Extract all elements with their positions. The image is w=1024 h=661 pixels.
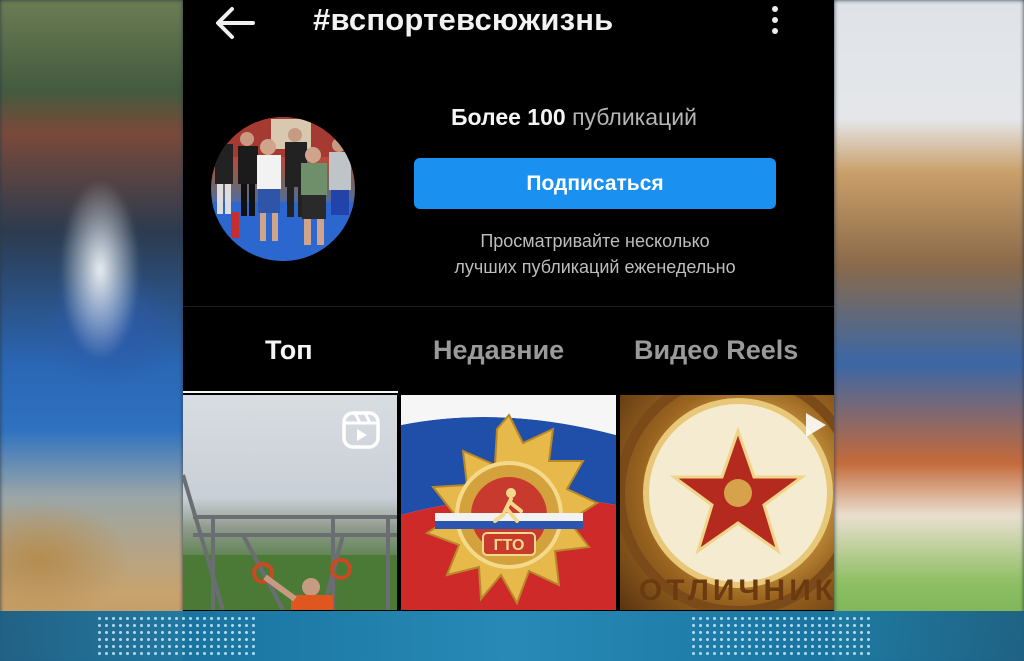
blurred-background-right [834, 0, 1024, 661]
avatar[interactable] [211, 117, 355, 261]
more-vertical-icon[interactable] [765, 3, 785, 39]
hashtag-title: #вспортевсюжизнь [313, 2, 614, 37]
post-image-gto-badge: ГТО [401, 395, 616, 610]
post-tile[interactable]: ОТЛИЧНИК [620, 395, 834, 610]
post-image-otlichnik-badge: ОТЛИЧНИК [620, 395, 834, 610]
tab-reels[interactable]: Видео Reels [634, 335, 798, 366]
tab-recent[interactable]: Недавние [433, 335, 564, 366]
avatar-photo [211, 117, 355, 261]
tabs-bar: Топ Недавние Видео Reels [183, 306, 834, 393]
publications-label: публикаций [572, 104, 697, 130]
top-bar: #вспортевсюжизнь [183, 0, 834, 48]
instagram-hashtag-screen: #вспортевсюжизнь Более 100 публикаций По… [183, 0, 834, 661]
publications-number: Более 100 [451, 104, 566, 130]
post-tile[interactable] [183, 395, 397, 610]
hint-line: Просматривайте несколько [480, 231, 710, 251]
publications-count: Более 100 публикаций [451, 104, 697, 131]
otlichnik-label: ОТЛИЧНИК [639, 574, 834, 607]
hint-text: Просматривайте несколько лучших публикац… [415, 228, 775, 280]
broadcast-dots-right [690, 615, 870, 655]
hint-line: лучших публикаций еженедельно [454, 257, 736, 277]
reels-icon [342, 411, 380, 449]
post-tile[interactable]: ГТО [401, 395, 616, 610]
blurred-background-left [0, 0, 183, 661]
active-tab-indicator [183, 391, 398, 393]
arrow-left-icon[interactable] [213, 4, 257, 42]
subscribe-button[interactable]: Подписаться [414, 158, 776, 209]
broadcast-dots-left [96, 615, 256, 655]
tab-top[interactable]: Топ [265, 335, 313, 366]
gto-label: ГТО [494, 537, 525, 554]
